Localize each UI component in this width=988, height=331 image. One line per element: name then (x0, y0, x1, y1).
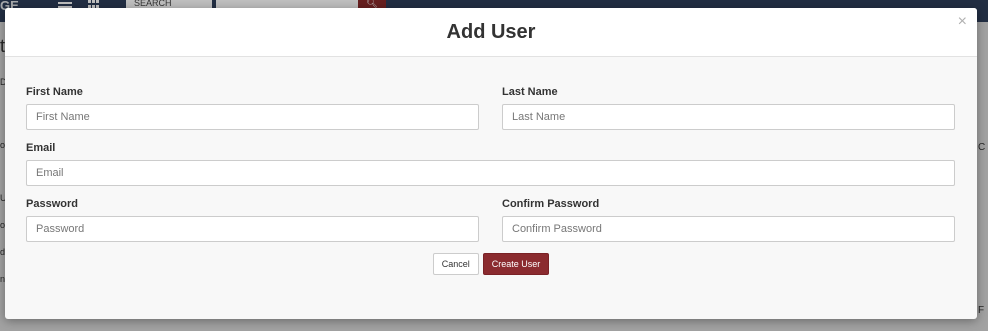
create-user-button[interactable]: Create User (482, 253, 550, 275)
password-group: Password (26, 198, 479, 242)
add-user-modal: Add User × First Name Last Name Email Pa… (5, 8, 977, 319)
modal-actions: Cancel Create User (5, 253, 977, 275)
close-icon[interactable]: × (958, 14, 967, 30)
first-name-input[interactable] (26, 104, 479, 130)
confirm-password-input[interactable] (502, 216, 955, 242)
last-name-input[interactable] (502, 104, 955, 130)
confirm-password-label: Confirm Password (502, 198, 600, 210)
add-user-form: First Name Last Name Email Password Conf… (26, 86, 955, 242)
last-name-group: Last Name (502, 86, 955, 130)
modal-title: Add User (446, 21, 536, 43)
email-row: Email (26, 142, 955, 186)
password-label: Password (26, 198, 78, 210)
last-name-label: Last Name (502, 86, 558, 98)
email-group: Email (26, 142, 955, 186)
password-row: Password Confirm Password (26, 198, 955, 242)
first-name-label: First Name (26, 86, 83, 98)
confirm-password-group: Confirm Password (502, 198, 955, 242)
password-input[interactable] (26, 216, 479, 242)
modal-header: Add User × (5, 8, 977, 57)
name-row: First Name Last Name (26, 86, 955, 130)
first-name-group: First Name (26, 86, 479, 130)
email-label: Email (26, 142, 56, 154)
cancel-button[interactable]: Cancel (432, 253, 479, 275)
email-input[interactable] (26, 160, 955, 186)
